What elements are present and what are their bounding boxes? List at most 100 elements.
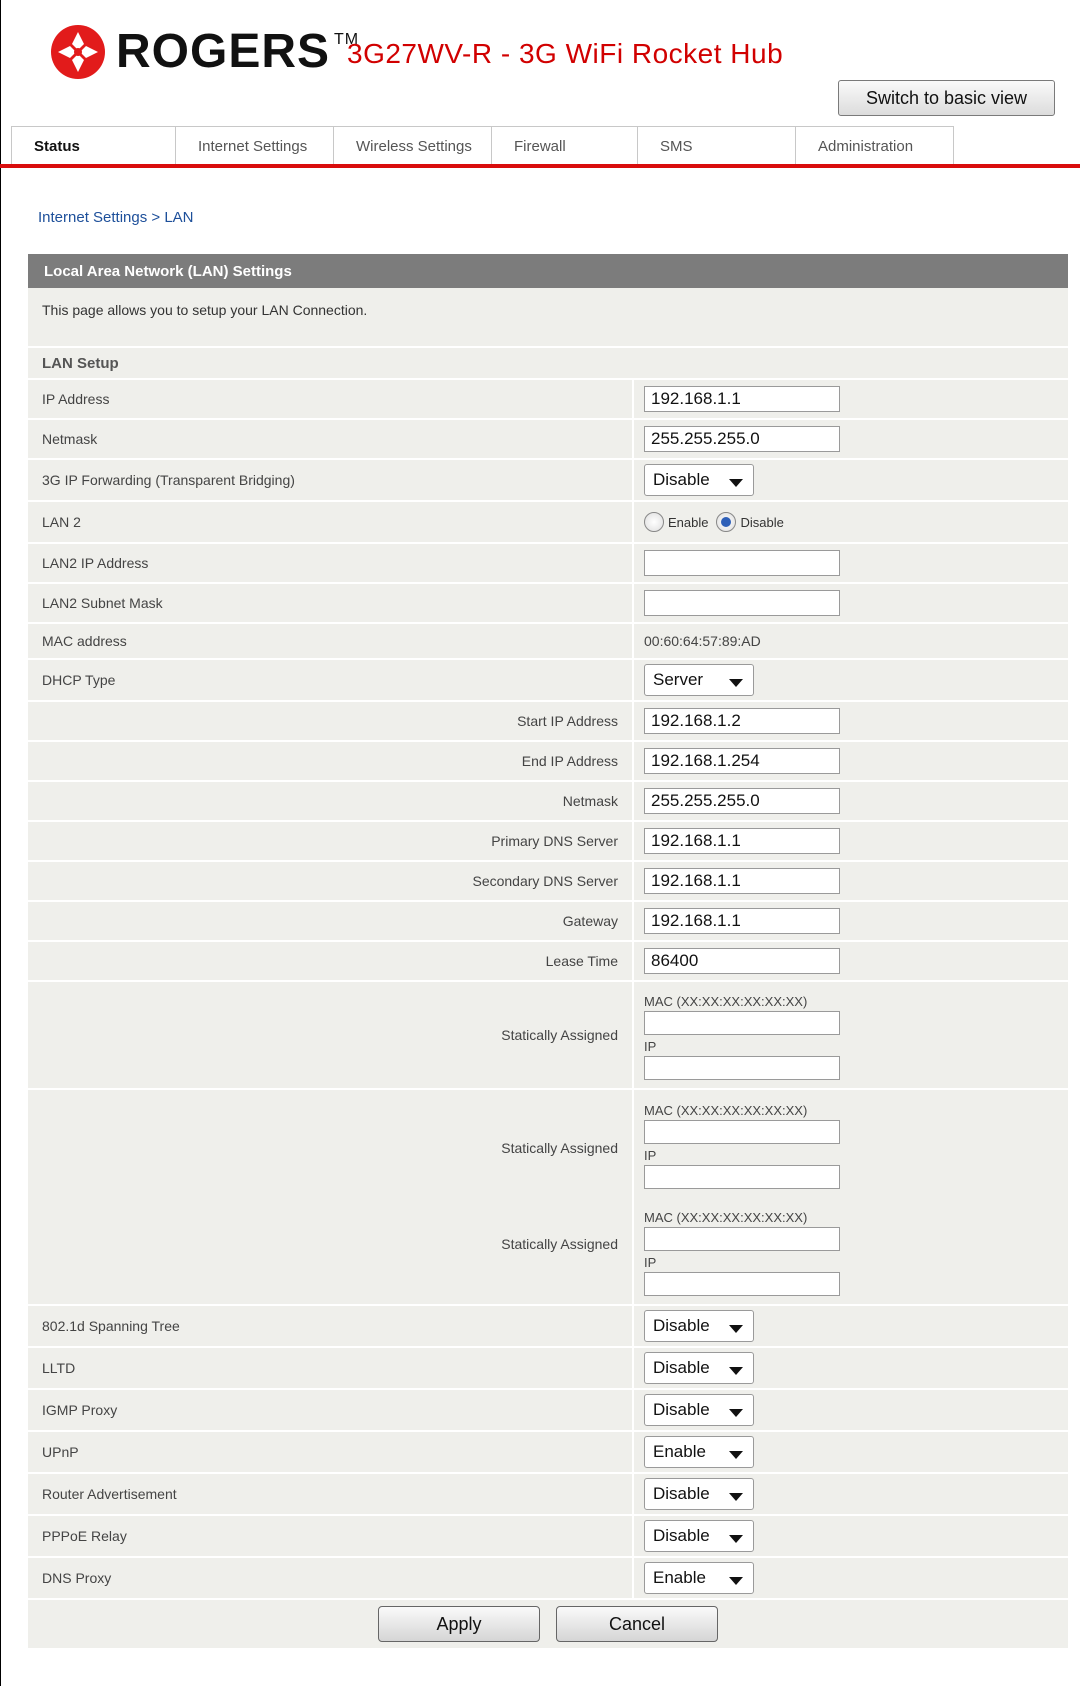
dhcp-type-label: DHCP Type <box>42 672 116 688</box>
lan2-mask-label: LAN2 Subnet Mask <box>42 595 163 611</box>
product-title: 3G27WV-R - 3G WiFi Rocket Hub <box>347 38 784 69</box>
breadcrumb[interactable]: Internet Settings > LAN <box>38 209 194 226</box>
chevron-down-icon <box>729 1493 743 1501</box>
chevron-down-icon <box>729 1535 743 1543</box>
form-actions: Apply Cancel <box>28 1598 1068 1648</box>
ip-forwarding-row: 3G IP Forwarding (Transparent Bridging) … <box>28 458 1068 500</box>
section-title: LAN Setup <box>28 346 1068 378</box>
chevron-down-icon <box>729 679 743 687</box>
chevron-down-icon <box>729 1451 743 1459</box>
tab-administration[interactable]: Administration <box>795 126 954 166</box>
spanning-tree-select[interactable]: Disable <box>644 1310 754 1342</box>
static-ip-input[interactable] <box>644 1056 840 1080</box>
spanning-tree-label: 802.1d Spanning Tree <box>42 1318 180 1334</box>
static-mac-input[interactable] <box>644 1011 840 1035</box>
static-ip-input[interactable] <box>644 1164 840 1189</box>
start-ip-label: Start IP Address <box>517 713 618 729</box>
gateway-input[interactable] <box>644 908 840 934</box>
dhcp-type-select[interactable]: Server <box>644 664 754 696</box>
end-ip-input[interactable] <box>644 748 840 774</box>
tab-wireless-settings[interactable]: Wireless Settings <box>333 126 492 166</box>
lltd-row: LLTD Disable <box>28 1346 1068 1388</box>
secondary-dns-label: Secondary DNS Server <box>472 873 618 889</box>
lan2-mask-input[interactable] <box>644 590 840 616</box>
apply-button[interactable]: Apply <box>378 1606 540 1642</box>
static-mac-input[interactable] <box>644 1226 840 1251</box>
router-adv-select[interactable]: Disable <box>644 1478 754 1510</box>
static-assignment-row: Statically Assigned MAC (XX:XX:XX:XX:XX:… <box>28 980 1068 1088</box>
main-tabs: Status Internet Settings Wireless Settin… <box>11 126 954 166</box>
dhcp-netmask-row: Netmask <box>28 780 1068 820</box>
tab-internet-settings[interactable]: Internet Settings <box>175 126 334 166</box>
mac-value: 00:60:64:57:89:AD <box>632 624 1068 658</box>
router-adv-row: Router Advertisement Disable <box>28 1472 1068 1514</box>
upnp-select[interactable]: Enable <box>644 1436 754 1468</box>
ip-forwarding-select[interactable]: Disable <box>644 464 754 496</box>
tab-firewall[interactable]: Firewall <box>491 126 638 166</box>
panel-title: Local Area Network (LAN) Settings <box>28 254 1068 288</box>
rogers-logo: ROGERS TM <box>48 22 359 82</box>
mac-label: MAC address <box>42 633 127 649</box>
end-ip-label: End IP Address <box>521 753 618 769</box>
lan-settings-panel: Local Area Network (LAN) Settings This p… <box>28 254 1068 1648</box>
lan2-ip-label: LAN2 IP Address <box>42 555 149 571</box>
end-ip-row: End IP Address <box>28 740 1068 780</box>
dns-proxy-select[interactable]: Enable <box>644 1562 754 1594</box>
tab-status[interactable]: Status <box>11 126 176 166</box>
dhcp-netmask-label: Netmask <box>562 793 618 809</box>
pppoe-label: PPPoE Relay <box>42 1528 127 1544</box>
lan2-ip-input[interactable] <box>644 550 840 576</box>
mac-row: MAC address 00:60:64:57:89:AD <box>28 622 1068 658</box>
cancel-button[interactable]: Cancel <box>556 1606 718 1642</box>
static-assigned-label: Statically Assigned <box>501 1140 618 1156</box>
spanning-tree-row: 802.1d Spanning Tree Disable <box>28 1304 1068 1346</box>
gateway-row: Gateway <box>28 900 1068 940</box>
lan2-enable-label: Enable <box>668 514 709 530</box>
pppoe-select[interactable]: Disable <box>644 1520 754 1552</box>
dns-proxy-row: DNS Proxy Enable <box>28 1556 1068 1598</box>
lan2-row: LAN 2 Enable Disable <box>28 500 1068 542</box>
dhcp-netmask-input[interactable] <box>644 788 840 814</box>
static-mac-label: MAC (XX:XX:XX:XX:XX:XX) <box>644 1209 808 1225</box>
lltd-label: LLTD <box>42 1360 76 1376</box>
brand-name: ROGERS TM <box>116 25 360 78</box>
netmask-input[interactable] <box>644 426 840 452</box>
chevron-down-icon <box>729 1325 743 1333</box>
header: ROGERS TM 3G27WV-R - 3G WiFi Rocket Hub S… <box>0 0 1080 128</box>
dhcp-type-row: DHCP Type Server <box>28 658 1068 700</box>
igmp-select[interactable]: Disable <box>644 1394 754 1426</box>
static-assigned-label: Statically Assigned <box>501 1236 618 1252</box>
static-ip-label: IP <box>644 1039 657 1054</box>
netmask-label: Netmask <box>42 431 98 447</box>
rogers-logo-icon <box>51 25 105 79</box>
lan2-disable-radio[interactable] <box>716 512 737 532</box>
pppoe-row: PPPoE Relay Disable <box>28 1514 1068 1556</box>
chevron-down-icon <box>729 1409 743 1417</box>
static-mac-input[interactable] <box>644 1119 840 1144</box>
lease-time-input[interactable] <box>644 948 840 974</box>
lltd-select[interactable]: Disable <box>644 1352 754 1384</box>
ip-address-label: IP Address <box>42 391 110 407</box>
primary-dns-label: Primary DNS Server <box>491 833 618 849</box>
static-ip-label: IP <box>644 1147 657 1163</box>
static-assignment-row: Statically Assigned Statically Assigned … <box>28 1088 1068 1304</box>
ip-address-input[interactable] <box>644 386 840 412</box>
static-ip-input[interactable] <box>644 1271 840 1296</box>
static-mac-label: MAC (XX:XX:XX:XX:XX:XX) <box>644 1102 808 1118</box>
static-ip-label: IP <box>644 1254 657 1270</box>
start-ip-input[interactable] <box>644 708 840 734</box>
igmp-label: IGMP Proxy <box>42 1402 118 1418</box>
lan2-label: LAN 2 <box>42 514 81 530</box>
switch-basic-view-button[interactable]: Switch to basic view <box>838 80 1055 116</box>
tab-sms[interactable]: SMS <box>637 126 796 166</box>
primary-dns-row: Primary DNS Server <box>28 820 1068 860</box>
lan2-enable-radio[interactable] <box>644 512 664 532</box>
ip-forwarding-label: 3G IP Forwarding (Transparent Bridging) <box>42 472 295 488</box>
primary-dns-input[interactable] <box>644 828 840 854</box>
igmp-row: IGMP Proxy Disable <box>28 1388 1068 1430</box>
lease-time-label: Lease Time <box>545 953 618 969</box>
page-left-border <box>0 0 1 1686</box>
lan2-ip-row: LAN2 IP Address <box>28 542 1068 582</box>
tab-underline <box>0 164 1080 168</box>
secondary-dns-input[interactable] <box>644 868 840 894</box>
